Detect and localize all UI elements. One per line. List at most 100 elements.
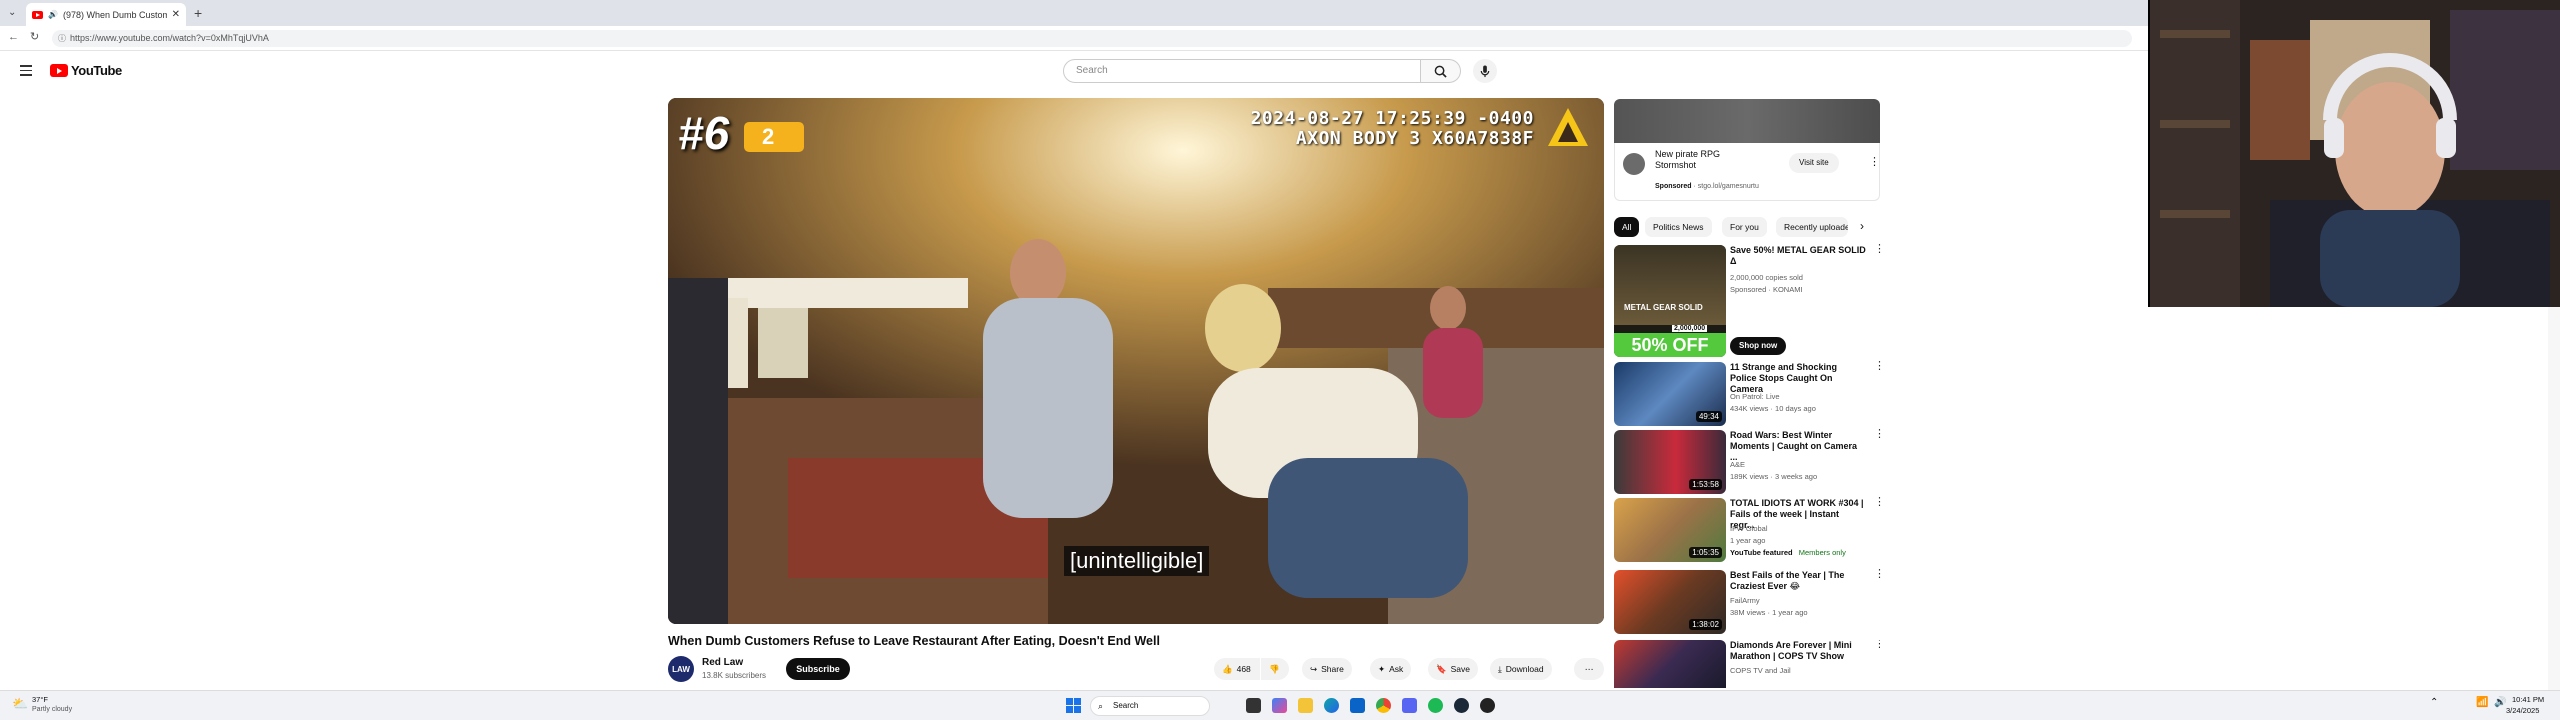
rec-badges: YouTube featured Members only xyxy=(1730,548,1846,557)
download-label: Download xyxy=(1505,664,1544,674)
site-info-icon[interactable]: ⓘ xyxy=(58,30,66,47)
shop-now-button[interactable]: Shop now xyxy=(1730,337,1787,355)
ad-thumb-copies: 2,000,000 xyxy=(1672,325,1708,332)
search-input[interactable]: Search xyxy=(1063,59,1421,83)
back-icon[interactable]: ← xyxy=(8,31,19,43)
browser-tab-strip: ⌄ 🔊 (978) When Dumb Customers ✕ + xyxy=(0,0,2148,26)
tab-list-chevron-icon[interactable]: ⌄ xyxy=(8,7,16,18)
youtube-logo-text: YouTube xyxy=(71,63,122,78)
rec-duration: 1:38:02 xyxy=(1689,619,1722,630)
share-label: Share xyxy=(1321,664,1344,674)
channel-avatar[interactable]: LAW xyxy=(668,656,694,682)
rec-more-icon[interactable]: ⋮ xyxy=(1874,244,1885,255)
volume-icon[interactable]: 🔊 xyxy=(2494,697,2506,708)
outlook-icon[interactable] xyxy=(1350,698,1365,713)
more-horizontal-icon: ⋯ xyxy=(1584,663,1594,674)
clock-date[interactable]: 3/24/2025 xyxy=(2506,706,2539,715)
file-explorer-icon[interactable] xyxy=(1298,698,1313,713)
chip-for-you[interactable]: For you xyxy=(1722,217,1767,237)
search-icon: ⌕ xyxy=(1098,701,1104,711)
ad-card[interactable]: New pirate RPG Stormshot Sponsored · stg… xyxy=(1614,143,1880,201)
obs-icon[interactable] xyxy=(1480,698,1495,713)
rec-title: Save 50%! METAL GEAR SOLID Δ xyxy=(1730,245,1866,266)
rec-duration: 49:34 xyxy=(1695,411,1722,422)
save-button[interactable]: 🔖 Save xyxy=(1428,658,1478,680)
ad-thumbnail: METAL GEAR SOLID 2,000,000 50% OFF xyxy=(1614,245,1726,357)
rec-more-icon[interactable]: ⋮ xyxy=(1874,497,1885,508)
chrome-icon[interactable] xyxy=(1376,698,1391,713)
ad-avatar xyxy=(1623,153,1645,175)
subscriber-count: 13.8K subscribers xyxy=(702,671,767,680)
subscribe-button[interactable]: Subscribe xyxy=(786,658,850,680)
active-tab[interactable]: 🔊 (978) When Dumb Customers ✕ xyxy=(26,3,186,26)
chip-politics-news[interactable]: Politics News xyxy=(1645,217,1712,237)
rec-duration: 1:53:58 xyxy=(1689,479,1722,490)
speaker-icon[interactable]: 🔊 xyxy=(48,10,58,19)
taskbar-search[interactable]: ⌕ Search xyxy=(1090,696,1210,716)
ask-button[interactable]: ✦ Ask xyxy=(1370,658,1412,680)
video-title: When Dumb Customers Refuse to Leave Rest… xyxy=(668,634,1160,648)
visit-site-button[interactable]: Visit site xyxy=(1789,153,1839,173)
copilot-icon[interactable] xyxy=(1272,698,1287,713)
webcam-overlay xyxy=(2148,0,2560,307)
recommendation[interactable]: 1:53:58 Road Wars: Best Winter Moments |… xyxy=(1614,429,1885,494)
rec-more-icon[interactable]: ⋮ xyxy=(1874,429,1885,440)
spotify-icon[interactable] xyxy=(1428,698,1443,713)
rank-badge: 2 xyxy=(744,122,804,152)
ad-title: New pirate RPG Stormshot xyxy=(1655,149,1721,170)
clock-time[interactable]: 10:41 PM xyxy=(2512,695,2544,704)
recommendation[interactable]: 49:34 11 Strange and Shocking Police Sto… xyxy=(1614,361,1885,426)
like-button[interactable]: 👍 468 xyxy=(1214,658,1260,680)
voice-search-button[interactable] xyxy=(1473,59,1497,83)
rec-more-icon[interactable]: ⋮ xyxy=(1874,361,1885,372)
rec-channel: A&E xyxy=(1730,460,1746,469)
download-button[interactable]: ⤓ Download xyxy=(1490,658,1552,680)
share-button[interactable]: ↪ Share xyxy=(1302,658,1352,680)
reload-icon[interactable]: ↻ xyxy=(30,30,39,43)
recommendation[interactable]: Diamonds Are Forever | Mini Marathon | C… xyxy=(1614,640,1880,688)
recommendation[interactable]: 1:05:35 TOTAL IDIOTS AT WORK #304 | Fail… xyxy=(1614,497,1885,562)
url-field[interactable]: ⓘ https://www.youtube.com/watch?v=0xMhTq… xyxy=(52,30,2132,47)
rec-channel: IFW Global xyxy=(1730,524,1768,533)
discord-icon[interactable] xyxy=(1402,698,1417,713)
hamburger-menu-icon[interactable] xyxy=(20,65,32,76)
wifi-icon[interactable]: 📶 xyxy=(2476,697,2488,708)
more-actions-button[interactable]: ⋯ xyxy=(1574,658,1604,680)
new-tab-icon[interactable]: + xyxy=(194,5,202,21)
rec-meta: Sponsored · KONAMI xyxy=(1730,285,1803,294)
search-button[interactable] xyxy=(1421,59,1461,83)
rec-more-icon[interactable]: ⋮ xyxy=(1874,569,1885,580)
chip-all[interactable]: All xyxy=(1614,217,1640,237)
rec-thumbnail: 49:34 xyxy=(1614,362,1726,426)
microphone-icon xyxy=(1480,64,1490,77)
save-label: Save xyxy=(1450,664,1470,674)
weather-icon[interactable]: ⛅ xyxy=(12,696,28,712)
taskbar-search-label: Search xyxy=(1113,701,1139,710)
ask-label: Ask xyxy=(1389,664,1404,674)
like-count: 468 xyxy=(1236,664,1251,674)
steam-icon[interactable] xyxy=(1454,698,1469,713)
rec-title: Road Wars: Best Winter Moments | Caught … xyxy=(1730,430,1858,462)
search-icon xyxy=(1434,65,1447,78)
channel-name[interactable]: Red Law xyxy=(702,657,743,668)
recommendation-ad[interactable]: METAL GEAR SOLID 2,000,000 50% OFF Save … xyxy=(1614,244,1885,357)
thumbs-up-icon: 👍 xyxy=(1222,663,1233,674)
close-tab-icon[interactable]: ✕ xyxy=(172,9,180,20)
tray-chevron-icon[interactable]: ⌃ xyxy=(2430,697,2438,708)
start-icon[interactable] xyxy=(1066,698,1081,713)
search-placeholder: Search xyxy=(1076,65,1108,76)
rec-thumbnail: 1:05:35 xyxy=(1614,498,1726,562)
youtube-logo[interactable]: YouTube xyxy=(50,63,122,78)
rec-more-icon[interactable]: ⋮ xyxy=(1874,640,1880,650)
video-player[interactable]: #6 2 2024-08-27 17:25:39 -0400 AXON BODY… xyxy=(668,98,1604,624)
recommendation[interactable]: 1:38:02 Best Fails of the Year | The Cra… xyxy=(1614,569,1885,634)
chips-next-icon[interactable]: › xyxy=(1860,219,1864,233)
ad-banner-image[interactable] xyxy=(1614,99,1880,143)
edge-icon[interactable] xyxy=(1324,698,1339,713)
rec-stats: 189K views · 3 weeks ago xyxy=(1730,472,1818,481)
dislike-button[interactable]: 👎 xyxy=(1261,658,1289,680)
page-scrollbar[interactable] xyxy=(2548,307,2560,690)
chip-recently-uploaded[interactable]: Recently uploaded xyxy=(1776,217,1848,237)
ad-more-icon[interactable]: ⋮ xyxy=(1869,155,1880,168)
task-view-icon[interactable] xyxy=(1246,698,1261,713)
